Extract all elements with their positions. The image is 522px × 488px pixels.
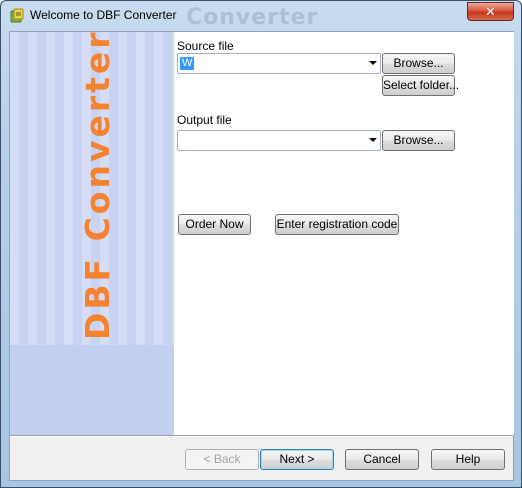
- cancel-button[interactable]: Cancel: [345, 449, 419, 470]
- next-button[interactable]: Next >: [260, 449, 334, 470]
- source-browse-button[interactable]: Browse...: [382, 53, 455, 74]
- enter-registration-code-button[interactable]: Enter registration code: [275, 214, 399, 235]
- output-browse-button[interactable]: Browse...: [382, 130, 455, 151]
- back-button[interactable]: < Back: [185, 449, 259, 470]
- close-icon: ✕: [485, 4, 496, 19]
- chevron-down-icon[interactable]: [369, 138, 377, 142]
- title-bar[interactable]: Welcome to DBF Converter Converter ✕: [1, 1, 521, 30]
- order-now-button[interactable]: Order Now: [178, 214, 251, 235]
- wizard-page: Source file W Browse... Select folder...…: [174, 32, 514, 435]
- close-button[interactable]: ✕: [467, 2, 514, 21]
- select-folder-button[interactable]: Select folder...: [382, 75, 459, 96]
- app-icon: [10, 8, 24, 23]
- source-file-value: W: [180, 57, 195, 70]
- chevron-down-icon[interactable]: [369, 61, 377, 65]
- wizard-client-area: DBF Converter Source file W Browse... Se…: [9, 29, 514, 481]
- source-file-combo[interactable]: W: [177, 53, 381, 74]
- title-watermark: Converter: [186, 5, 319, 30]
- side-banner-brand: DBF Converter: [78, 29, 117, 340]
- dbf-converter-window: Welcome to DBF Converter Converter ✕ DBF…: [0, 0, 522, 488]
- side-banner: DBF Converter: [10, 29, 174, 435]
- output-file-label: Output file: [177, 113, 232, 127]
- window-title: Welcome to DBF Converter: [30, 8, 177, 22]
- output-file-combo[interactable]: [177, 130, 381, 151]
- footer-separator: [10, 435, 513, 437]
- source-file-label: Source file: [177, 39, 234, 53]
- help-button[interactable]: Help: [431, 449, 505, 470]
